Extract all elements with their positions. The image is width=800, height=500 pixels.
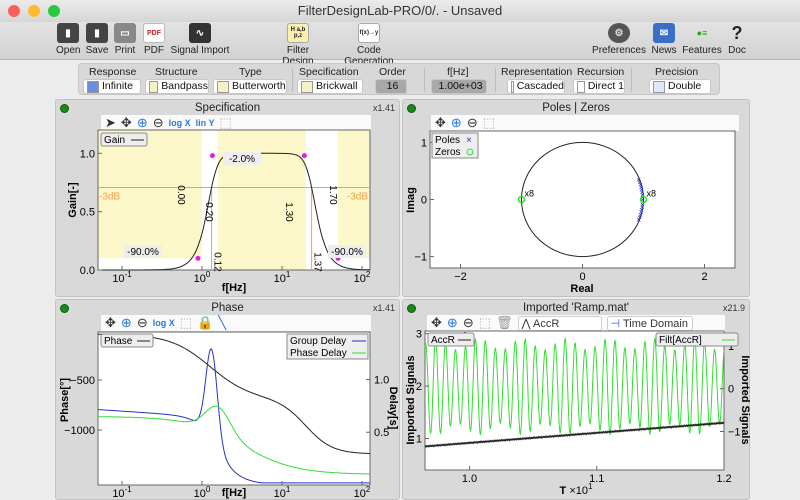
legend-gain: Gain [104,135,125,146]
x-tick-label: 2 [701,271,707,283]
y-axis-label: Phase[°] [59,378,71,422]
x-tick-label: 100 [194,485,211,500]
y2-tick-label: 1.0 [374,374,389,386]
x-axis-label: f[Hz] [222,282,247,294]
minus-3db-label-left: -3dB [99,192,120,203]
cutoff-low-label: 0.12 [212,252,223,272]
x-tick-label: 101 [274,270,291,285]
multiplicity-label: x8 [525,189,535,199]
x-tick-label: 100 [194,270,211,285]
y2-axis-label-right: Imported Signals [739,355,751,444]
y-axis-label: Imported Signals [405,355,417,444]
y-axis-label: Gain[-] [67,182,79,218]
y-tick-label: 0 [421,195,427,207]
y-tick-label: 1.0 [80,148,95,160]
y-tick-label: −1000 [64,425,95,437]
y2-axis-label-right: Delay[s] [387,387,399,430]
pole-legend-icon: × [466,135,472,146]
pole-marker: × [636,175,641,184]
legend-poles: Poles [435,135,460,146]
edge-label: 1.30 [283,202,294,222]
spec-marker [301,153,307,159]
stopband-right-label: -90.0% [331,247,363,258]
multiplicity-label: x8 [647,189,657,199]
ripple-label: -2.0% [229,154,255,165]
spec-marker [209,153,215,159]
y2-tick-label: −1 [728,427,741,439]
legend-zeros: Zeros [435,147,461,158]
y-axis-label: Imag [405,187,417,213]
x-tick-label: 101 [274,485,291,500]
x-tick-label: 102 [354,485,371,500]
y-tick-label: −500 [70,375,95,387]
legend-phase: Phase [104,336,133,347]
x-tick-label: 0 [579,271,585,283]
minus-3db-label-right: -3dB [347,192,368,203]
x-tick-label: 1.2 [716,473,731,485]
x-tick-label: 1.0 [462,473,477,485]
y-tick-label: 1 [421,137,427,149]
cutoff-high-label: 1.37 [312,252,323,272]
x-axis-label: f[Hz] [222,487,247,499]
x-axis-label: T ×101 [560,482,593,497]
legend-group-delay: Group Delay [290,336,346,347]
y-tick-label: −1 [414,252,427,264]
x-tick-label: 102 [354,270,371,285]
stopband-left-label: -90.0% [127,247,159,258]
spec-marker [195,255,201,261]
y2-tick-label: 0 [728,384,734,396]
edge-label: 0.20 [203,202,214,222]
passband [218,130,306,270]
legend-accr: AccR [431,335,455,346]
y-tick-label: 0.0 [80,265,95,277]
y-tick-label: 3 [416,329,422,341]
legend-filt-accr: Filt[AccR] [659,335,702,346]
x-tick-label: 10-1 [112,270,132,285]
plots-layer: -3dB -3dB-2.0%-90.0% -90.0%0.000.20 1.301.7… [59,129,751,500]
y-tick-label: 0.5 [80,207,95,219]
x-axis-label: Real [570,283,593,295]
edge-label: 1.70 [327,185,338,205]
x-tick-label: 10-1 [112,485,132,500]
edge-label: 0.00 [175,185,186,205]
legend-phase-delay: Phase Delay [290,348,347,359]
x-tick-label: −2 [454,271,467,283]
